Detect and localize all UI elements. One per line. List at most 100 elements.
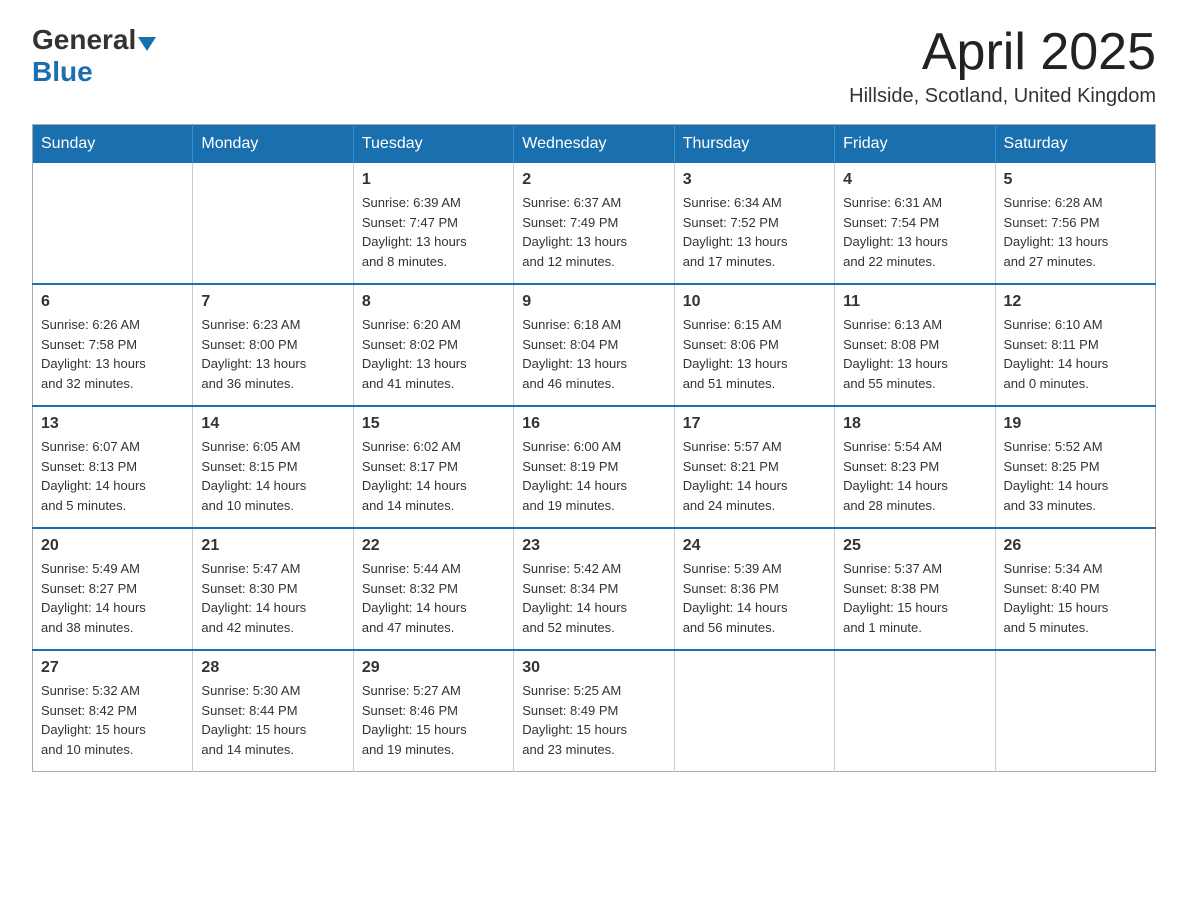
calendar-cell: 29 Sunrise: 5:27 AM Sunset: 8:46 PM Dayli… xyxy=(353,650,513,772)
title-area: April 2025 Hillside, Scotland, United Ki… xyxy=(849,24,1156,108)
day-number: 22 xyxy=(362,537,505,555)
day-number: 9 xyxy=(522,293,665,311)
day-info: Sunrise: 5:47 AM Sunset: 8:30 PM Dayligh… xyxy=(201,559,344,637)
calendar-cell xyxy=(193,163,353,284)
logo-text: General Blue xyxy=(32,24,156,88)
day-number: 13 xyxy=(41,415,184,433)
calendar-cell: 27 Sunrise: 5:32 AM Sunset: 8:42 PM Dayli… xyxy=(33,650,193,772)
day-number: 14 xyxy=(201,415,344,433)
day-info: Sunrise: 5:52 AM Sunset: 8:25 PM Dayligh… xyxy=(1004,437,1147,515)
day-info: Sunrise: 6:37 AM Sunset: 7:49 PM Dayligh… xyxy=(522,193,665,271)
day-info: Sunrise: 5:37 AM Sunset: 8:38 PM Dayligh… xyxy=(843,559,986,637)
day-info: Sunrise: 6:26 AM Sunset: 7:58 PM Dayligh… xyxy=(41,315,184,393)
location-subtitle: Hillside, Scotland, United Kingdom xyxy=(849,85,1156,108)
day-info: Sunrise: 6:31 AM Sunset: 7:54 PM Dayligh… xyxy=(843,193,986,271)
day-info: Sunrise: 5:25 AM Sunset: 8:49 PM Dayligh… xyxy=(522,681,665,759)
day-info: Sunrise: 5:39 AM Sunset: 8:36 PM Dayligh… xyxy=(683,559,826,637)
logo: General Blue xyxy=(32,24,156,88)
calendar-cell xyxy=(835,650,995,772)
logo-general: General xyxy=(32,24,136,55)
logo-blue: Blue xyxy=(32,56,93,87)
day-number: 20 xyxy=(41,537,184,555)
day-number: 25 xyxy=(843,537,986,555)
day-info: Sunrise: 5:32 AM Sunset: 8:42 PM Dayligh… xyxy=(41,681,184,759)
day-info: Sunrise: 6:28 AM Sunset: 7:56 PM Dayligh… xyxy=(1004,193,1147,271)
calendar-cell: 8 Sunrise: 6:20 AM Sunset: 8:02 PM Daylig… xyxy=(353,284,513,406)
day-number: 12 xyxy=(1004,293,1147,311)
calendar-week-row: 13Sunrise: 6:07 AM Sunset: 8:13 PM Dayli… xyxy=(33,406,1156,528)
calendar-cell: 19 Sunrise: 5:52 AM Sunset: 8:25 PM Dayli… xyxy=(995,406,1155,528)
day-info: Sunrise: 5:34 AM Sunset: 8:40 PM Dayligh… xyxy=(1004,559,1147,637)
weekday-header-sunday: Sunday xyxy=(33,125,193,164)
calendar-cell: 21 Sunrise: 5:47 AM Sunset: 8:30 PM Dayli… xyxy=(193,528,353,650)
day-info: Sunrise: 6:15 AM Sunset: 8:06 PM Dayligh… xyxy=(683,315,826,393)
day-number: 1 xyxy=(362,171,505,189)
calendar-cell: 11 Sunrise: 6:13 AM Sunset: 8:08 PM Dayli… xyxy=(835,284,995,406)
day-number: 16 xyxy=(522,415,665,433)
day-info: Sunrise: 6:10 AM Sunset: 8:11 PM Dayligh… xyxy=(1004,315,1147,393)
calendar-cell: 1Sunrise: 6:39 AM Sunset: 7:47 PM Daylig… xyxy=(353,163,513,284)
calendar-cell: 24 Sunrise: 5:39 AM Sunset: 8:36 PM Dayli… xyxy=(674,528,834,650)
day-number: 2 xyxy=(522,171,665,189)
weekday-header-saturday: Saturday xyxy=(995,125,1155,164)
calendar-cell: 14 Sunrise: 6:05 AM Sunset: 8:15 PM Dayli… xyxy=(193,406,353,528)
day-info: Sunrise: 5:57 AM Sunset: 8:21 PM Dayligh… xyxy=(683,437,826,515)
page-header: General Blue April 2025 Hillside, Scotla… xyxy=(32,24,1156,108)
day-info: Sunrise: 6:20 AM Sunset: 8:02 PM Dayligh… xyxy=(362,315,505,393)
day-number: 8 xyxy=(362,293,505,311)
calendar-cell: 15Sunrise: 6:02 AM Sunset: 8:17 PM Dayli… xyxy=(353,406,513,528)
day-info: Sunrise: 5:27 AM Sunset: 8:46 PM Dayligh… xyxy=(362,681,505,759)
calendar-header: SundayMondayTuesdayWednesdayThursdayFrid… xyxy=(33,125,1156,164)
day-number: 18 xyxy=(843,415,986,433)
day-number: 29 xyxy=(362,659,505,677)
day-info: Sunrise: 6:05 AM Sunset: 8:15 PM Dayligh… xyxy=(201,437,344,515)
month-year-title: April 2025 xyxy=(849,24,1156,81)
calendar-cell: 7Sunrise: 6:23 AM Sunset: 8:00 PM Daylig… xyxy=(193,284,353,406)
calendar-cell: 5 Sunrise: 6:28 AM Sunset: 7:56 PM Daylig… xyxy=(995,163,1155,284)
calendar-body: 1Sunrise: 6:39 AM Sunset: 7:47 PM Daylig… xyxy=(33,163,1156,772)
weekday-header-wednesday: Wednesday xyxy=(514,125,674,164)
calendar-cell: 13Sunrise: 6:07 AM Sunset: 8:13 PM Dayli… xyxy=(33,406,193,528)
calendar-table: SundayMondayTuesdayWednesdayThursdayFrid… xyxy=(32,124,1156,772)
day-number: 21 xyxy=(201,537,344,555)
day-number: 4 xyxy=(843,171,986,189)
calendar-cell: 22 Sunrise: 5:44 AM Sunset: 8:32 PM Dayli… xyxy=(353,528,513,650)
day-number: 10 xyxy=(683,293,826,311)
calendar-cell: 16 Sunrise: 6:00 AM Sunset: 8:19 PM Dayli… xyxy=(514,406,674,528)
day-info: Sunrise: 6:00 AM Sunset: 8:19 PM Dayligh… xyxy=(522,437,665,515)
day-number: 5 xyxy=(1004,171,1147,189)
day-number: 19 xyxy=(1004,415,1147,433)
day-number: 6 xyxy=(41,293,184,311)
day-number: 26 xyxy=(1004,537,1147,555)
calendar-cell: 18 Sunrise: 5:54 AM Sunset: 8:23 PM Dayli… xyxy=(835,406,995,528)
weekday-header-row: SundayMondayTuesdayWednesdayThursdayFrid… xyxy=(33,125,1156,164)
day-number: 3 xyxy=(683,171,826,189)
day-info: Sunrise: 5:30 AM Sunset: 8:44 PM Dayligh… xyxy=(201,681,344,759)
day-info: Sunrise: 6:13 AM Sunset: 8:08 PM Dayligh… xyxy=(843,315,986,393)
day-info: Sunrise: 6:34 AM Sunset: 7:52 PM Dayligh… xyxy=(683,193,826,271)
calendar-cell: 28Sunrise: 5:30 AM Sunset: 8:44 PM Dayli… xyxy=(193,650,353,772)
calendar-cell: 4 Sunrise: 6:31 AM Sunset: 7:54 PM Daylig… xyxy=(835,163,995,284)
calendar-cell: 2 Sunrise: 6:37 AM Sunset: 7:49 PM Daylig… xyxy=(514,163,674,284)
calendar-cell: 26 Sunrise: 5:34 AM Sunset: 8:40 PM Dayli… xyxy=(995,528,1155,650)
calendar-week-row: 6 Sunrise: 6:26 AM Sunset: 7:58 PM Daylig… xyxy=(33,284,1156,406)
day-info: Sunrise: 6:02 AM Sunset: 8:17 PM Dayligh… xyxy=(362,437,505,515)
day-info: Sunrise: 5:49 AM Sunset: 8:27 PM Dayligh… xyxy=(41,559,184,637)
day-number: 24 xyxy=(683,537,826,555)
calendar-cell xyxy=(674,650,834,772)
calendar-week-row: 1Sunrise: 6:39 AM Sunset: 7:47 PM Daylig… xyxy=(33,163,1156,284)
day-number: 30 xyxy=(522,659,665,677)
day-info: Sunrise: 6:18 AM Sunset: 8:04 PM Dayligh… xyxy=(522,315,665,393)
day-info: Sunrise: 5:44 AM Sunset: 8:32 PM Dayligh… xyxy=(362,559,505,637)
day-info: Sunrise: 5:54 AM Sunset: 8:23 PM Dayligh… xyxy=(843,437,986,515)
calendar-cell: 23 Sunrise: 5:42 AM Sunset: 8:34 PM Dayli… xyxy=(514,528,674,650)
weekday-header-thursday: Thursday xyxy=(674,125,834,164)
day-number: 23 xyxy=(522,537,665,555)
calendar-cell: 6 Sunrise: 6:26 AM Sunset: 7:58 PM Daylig… xyxy=(33,284,193,406)
day-number: 11 xyxy=(843,293,986,311)
calendar-cell: 25 Sunrise: 5:37 AM Sunset: 8:38 PM Dayli… xyxy=(835,528,995,650)
calendar-cell xyxy=(995,650,1155,772)
calendar-cell: 12 Sunrise: 6:10 AM Sunset: 8:11 PM Dayli… xyxy=(995,284,1155,406)
day-info: Sunrise: 5:42 AM Sunset: 8:34 PM Dayligh… xyxy=(522,559,665,637)
day-number: 27 xyxy=(41,659,184,677)
